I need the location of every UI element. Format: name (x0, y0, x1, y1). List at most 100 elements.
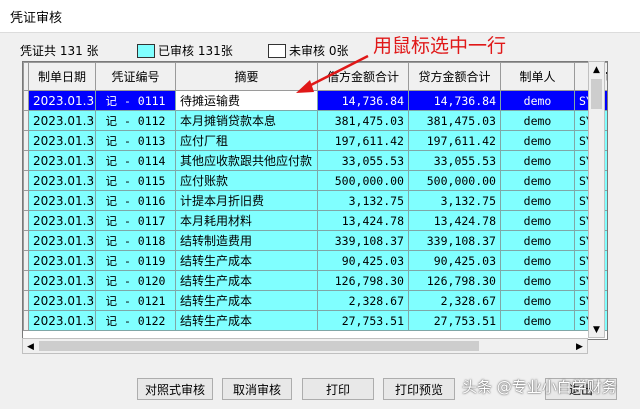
cell-maker[interactable]: demo (500, 310, 575, 331)
cell-date[interactable]: 2023.01.31 (28, 130, 96, 151)
cell-number[interactable]: 记 - 0113 (95, 130, 176, 151)
cell-number[interactable]: 记 - 0121 (95, 290, 176, 311)
table-row[interactable]: 2023.01.31 记 - 0121 结转生产成本 2,328.67 2,328.67… (23, 290, 607, 311)
cell-credit[interactable]: 197,611.42 (408, 130, 501, 151)
cell-summary[interactable]: 结转生产成本 (175, 270, 318, 291)
cell-debit[interactable]: 13,424.78 (317, 210, 409, 231)
col-header-number[interactable]: 凭证编号 (95, 62, 176, 91)
cell-credit[interactable]: 2,328.67 (408, 290, 501, 311)
cell-summary[interactable]: 结转生产成本 (175, 250, 318, 271)
cell-date[interactable]: 2023.01.31 (28, 310, 96, 331)
cell-summary[interactable]: 本月摊销贷款本息 (175, 110, 318, 131)
cell-credit[interactable]: 500,000.00 (408, 170, 501, 191)
cell-credit[interactable]: 33,055.53 (408, 150, 501, 171)
cell-date[interactable]: 2023.01.31 (28, 90, 96, 111)
cell-summary[interactable]: 结转制造费用 (175, 230, 318, 251)
cell-debit[interactable]: 33,055.53 (317, 150, 409, 171)
cell-debit[interactable]: 90,425.03 (317, 250, 409, 271)
cell-summary[interactable]: 结转生产成本 (175, 290, 318, 311)
table-row[interactable]: 2023.01.31 记 - 0112 本月摊销贷款本息 381,475.03 381,… (23, 110, 607, 131)
cell-number[interactable]: 记 - 0117 (95, 210, 176, 231)
cell-summary[interactable]: 应付厂租 (175, 130, 318, 151)
col-header-credit[interactable]: 贷方金额合计 (408, 62, 501, 91)
scroll-down-icon[interactable]: ▼ (589, 322, 604, 337)
cell-date[interactable]: 2023.01.31 (28, 110, 96, 131)
cell-maker[interactable]: demo (500, 230, 575, 251)
cell-date[interactable]: 2023.01.31 (28, 210, 96, 231)
cell-maker[interactable]: demo (500, 270, 575, 291)
cell-debit[interactable]: 126,798.30 (317, 270, 409, 291)
col-header-maker[interactable]: 制单人 (500, 62, 575, 91)
table-row[interactable]: 2023.01.31 记 - 0119 结转生产成本 90,425.03 90,425.… (23, 250, 607, 271)
horizontal-scrollbar[interactable]: ◀ ▶ (22, 338, 588, 354)
cell-debit[interactable]: 197,611.42 (317, 130, 409, 151)
cell-date[interactable]: 2023.01.31 (28, 250, 96, 271)
col-header-summary[interactable]: 摘要 (175, 62, 318, 91)
cell-debit[interactable]: 14,736.84 (317, 90, 409, 111)
cell-maker[interactable]: demo (500, 150, 575, 171)
cell-debit[interactable]: 27,753.51 (317, 310, 409, 331)
cell-maker[interactable]: demo (500, 210, 575, 231)
table-row[interactable]: 2023.01.31 记 - 0117 本月耗用材料 13,424.78 13,424.… (23, 210, 607, 231)
table-row[interactable]: 2023.01.31 记 - 0115 应付账款 500,000.00 500,000.… (23, 170, 607, 191)
cell-maker[interactable]: demo (500, 170, 575, 191)
cell-maker[interactable]: demo (500, 290, 575, 311)
cell-date[interactable]: 2023.01.31 (28, 190, 96, 211)
cancel-audit-button[interactable]: 取消审核 (222, 378, 292, 400)
cell-summary[interactable]: 待摊运输费 (175, 90, 318, 111)
cell-date[interactable]: 2023.01.31 (28, 170, 96, 191)
cell-summary[interactable]: 应付账款 (175, 170, 318, 191)
cell-summary[interactable]: 计提本月折旧费 (175, 190, 318, 211)
cell-maker[interactable]: demo (500, 110, 575, 131)
table-row[interactable]: 2023.01.31 记 - 0122 结转生产成本 27,753.51 27,753.… (23, 310, 607, 331)
cell-number[interactable]: 记 - 0116 (95, 190, 176, 211)
cell-credit[interactable]: 381,475.03 (408, 110, 501, 131)
cell-number[interactable]: 记 - 0118 (95, 230, 176, 251)
cell-credit[interactable]: 3,132.75 (408, 190, 501, 211)
cell-credit[interactable]: 90,425.03 (408, 250, 501, 271)
cell-maker[interactable]: demo (500, 90, 575, 111)
cell-debit[interactable]: 500,000.00 (317, 170, 409, 191)
vertical-scroll-thumb[interactable] (591, 79, 602, 109)
cell-number[interactable]: 记 - 0120 (95, 270, 176, 291)
cell-credit[interactable]: 27,753.51 (408, 310, 501, 331)
table-row[interactable]: 2023.01.31 记 - 0114 其他应收款跟共他应付款 33,055.53 33… (23, 150, 607, 171)
cell-summary[interactable]: 本月耗用材料 (175, 210, 318, 231)
cell-summary[interactable]: 其他应收款跟共他应付款 (175, 150, 318, 171)
cell-credit[interactable]: 339,108.37 (408, 230, 501, 251)
compare-audit-button[interactable]: 对照式审核 (137, 378, 213, 400)
col-header-debit[interactable]: 借方金额合计 (317, 62, 409, 91)
scroll-right-icon[interactable]: ▶ (572, 339, 587, 354)
cell-debit[interactable]: 3,132.75 (317, 190, 409, 211)
cell-number[interactable]: 记 - 0115 (95, 170, 176, 191)
cell-summary[interactable]: 结转生产成本 (175, 310, 318, 331)
cell-date[interactable]: 2023.01.31 (28, 230, 96, 251)
cell-credit[interactable]: 14,736.84 (408, 90, 501, 111)
horizontal-scroll-thumb[interactable] (39, 341, 479, 351)
cell-number[interactable]: 记 - 0114 (95, 150, 176, 171)
scroll-left-icon[interactable]: ◀ (23, 339, 38, 354)
cell-date[interactable]: 2023.01.31 (28, 290, 96, 311)
table-row[interactable]: 2023.01.31 记 - 0120 结转生产成本 126,798.30 126,79… (23, 270, 607, 291)
scroll-up-icon[interactable]: ▲ (589, 62, 604, 77)
cell-credit[interactable]: 126,798.30 (408, 270, 501, 291)
table-row[interactable]: 2023.01.31 记 - 0118 结转制造费用 339,108.37 339,10… (23, 230, 607, 251)
cell-number[interactable]: 记 - 0112 (95, 110, 176, 131)
cell-date[interactable]: 2023.01.31 (28, 270, 96, 291)
cell-maker[interactable]: demo (500, 130, 575, 151)
cell-number[interactable]: 记 - 0111 (95, 90, 176, 111)
cell-maker[interactable]: demo (500, 190, 575, 211)
voucher-grid[interactable]: 制单日期 凭证编号 摘要 借方金额合计 贷方金额合计 制单人 审核 2023.0… (22, 61, 608, 340)
cell-debit[interactable]: 381,475.03 (317, 110, 409, 131)
cell-debit[interactable]: 339,108.37 (317, 230, 409, 251)
print-preview-button[interactable]: 打印预览 (383, 378, 455, 400)
table-row[interactable]: 2023.01.31 记 - 0116 计提本月折旧费 3,132.75 3,132.7… (23, 190, 607, 211)
cell-date[interactable]: 2023.01.31 (28, 150, 96, 171)
cell-maker[interactable]: demo (500, 250, 575, 271)
print-button[interactable]: 打印 (302, 378, 374, 400)
col-header-date[interactable]: 制单日期 (28, 62, 96, 91)
vertical-scrollbar[interactable]: ▲ ▼ (588, 61, 605, 338)
cell-number[interactable]: 记 - 0122 (95, 310, 176, 331)
table-row[interactable]: 2023.01.31 记 - 0113 应付厂租 197,611.42 197,611.… (23, 130, 607, 151)
cell-debit[interactable]: 2,328.67 (317, 290, 409, 311)
